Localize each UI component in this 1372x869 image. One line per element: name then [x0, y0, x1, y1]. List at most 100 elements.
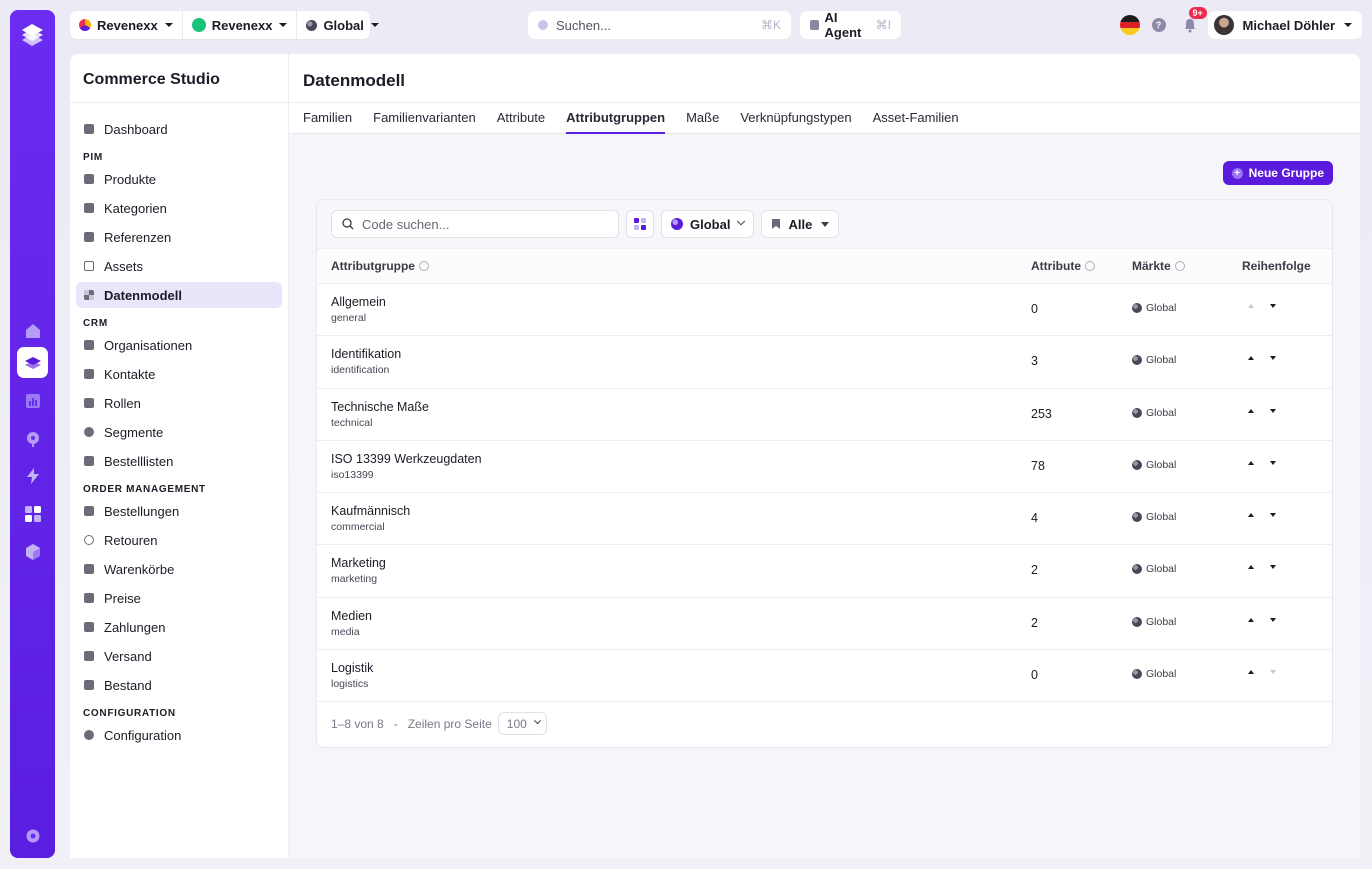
sidebar-item-bestand[interactable]: Bestand: [76, 672, 282, 698]
column-header-markets[interactable]: Märkte: [1132, 259, 1185, 273]
code-search-input[interactable]: Code suchen...: [331, 210, 619, 238]
roles-icon: [84, 398, 94, 408]
move-up-icon[interactable]: [1248, 356, 1254, 361]
table-row[interactable]: Kaufmännisch commercial 4 Global: [317, 493, 1332, 546]
search-icon: [342, 218, 354, 230]
ai-agent-button[interactable]: AI Agent ⌘I: [800, 10, 901, 40]
move-down-icon[interactable]: [1270, 565, 1276, 570]
sidebar-item-kontakte[interactable]: Kontakte: [76, 361, 282, 387]
group-cell: Allgemein general: [331, 295, 386, 324]
move-up-icon[interactable]: [1248, 617, 1254, 622]
sidebar-item-assets[interactable]: Assets: [76, 253, 282, 279]
sidebar-item-zahlungen[interactable]: Zahlungen: [76, 614, 282, 640]
sidebar-item-label: Assets: [104, 258, 144, 274]
market-selector[interactable]: Global: [296, 11, 387, 39]
tab-masse[interactable]: Maße: [686, 110, 719, 134]
move-up-icon[interactable]: [1248, 304, 1254, 308]
globe-icon: [671, 218, 683, 230]
sidebar-item-warenkoerbe[interactable]: Warenkörbe: [76, 556, 282, 582]
tab-familienvarianten[interactable]: Familienvarianten: [373, 110, 476, 134]
notifications-bell-icon[interactable]: 9+: [1182, 7, 1207, 33]
sidebar-item-produkte[interactable]: Produkte: [76, 166, 282, 192]
pin-rail-icon[interactable]: [17, 423, 48, 454]
org-selector[interactable]: Revenexx: [70, 11, 182, 39]
table-row[interactable]: ISO 13399 Werkzeugdaten iso13399 78 Globa…: [317, 441, 1332, 494]
sidebar-item-organisationen[interactable]: Organisationen: [76, 332, 282, 358]
rows-per-page-select[interactable]: 100: [497, 712, 547, 735]
sidebar-item-datenmodell[interactable]: Datenmodell: [76, 282, 282, 308]
move-down-icon[interactable]: [1270, 356, 1276, 361]
sidebar-item-bestellungen[interactable]: Bestellungen: [76, 498, 282, 524]
nav-section-configuration: CONFIGURATION: [83, 708, 176, 719]
sidebar-item-kategorien[interactable]: Kategorien: [76, 195, 282, 221]
tab-asset-familien[interactable]: Asset-Familien: [873, 110, 959, 134]
sidebar-brand: Commerce Studio: [70, 54, 288, 103]
market-label: Global: [1146, 563, 1177, 576]
table-row[interactable]: Medien media 2 Global: [317, 598, 1332, 651]
table-row[interactable]: Allgemein general 0 Global: [317, 284, 1332, 337]
cube-rail-icon[interactable]: [17, 536, 48, 567]
sidebar-item-configuration[interactable]: Configuration: [76, 722, 282, 748]
table-row[interactable]: Technische Maße technical 253 Global: [317, 389, 1332, 441]
analytics-rail-icon[interactable]: [17, 385, 48, 416]
sidebar-item-preise[interactable]: Preise: [76, 585, 282, 611]
shipping-icon: [84, 651, 94, 661]
image-icon: [84, 261, 94, 271]
move-up-icon[interactable]: [1248, 670, 1254, 675]
tab-verknuepfungstypen[interactable]: Verknüpfungstypen: [740, 110, 851, 134]
attribute-count: 0: [1031, 668, 1038, 683]
new-group-button[interactable]: + Neue Gruppe: [1222, 161, 1333, 185]
sidebar-item-dashboard[interactable]: Dashboard: [76, 116, 282, 142]
sidebar-item-segmente[interactable]: Segmente: [76, 419, 282, 445]
move-up-icon[interactable]: [1248, 513, 1254, 518]
move-down-icon[interactable]: [1270, 408, 1276, 413]
global-search[interactable]: Suchen... ⌘K: [528, 11, 791, 39]
sidebar-item-retouren[interactable]: Retouren: [76, 527, 282, 553]
database-icon: [84, 232, 94, 242]
sidebar-item-label: Bestellungen: [104, 503, 180, 519]
move-up-icon[interactable]: [1248, 460, 1254, 465]
home-rail-icon[interactable]: [17, 315, 48, 346]
info-icon: [1174, 261, 1185, 271]
sidebar-item-bestelllisten[interactable]: Bestelllisten: [76, 448, 282, 474]
apps-rail-icon[interactable]: [17, 498, 48, 529]
move-up-icon[interactable]: [1248, 408, 1254, 413]
move-up-icon[interactable]: [1248, 565, 1254, 570]
user-menu[interactable]: Michael Döhler: [1207, 11, 1362, 39]
sidebar-item-rollen[interactable]: Rollen: [76, 390, 282, 416]
market-filter[interactable]: Global: [661, 210, 755, 238]
order-controls: [1248, 565, 1276, 570]
table-row[interactable]: Identifikation identification 3 Global: [317, 336, 1332, 389]
column-header-attributes[interactable]: Attribute: [1031, 259, 1095, 273]
market-cell: Global: [1132, 302, 1176, 314]
move-down-icon[interactable]: [1270, 513, 1276, 518]
sidebar-item-versand[interactable]: Versand: [76, 643, 282, 669]
language-flag-icon[interactable]: [1119, 15, 1140, 35]
tab-familien[interactable]: Familien: [303, 110, 352, 134]
sidebar-item-referenzen[interactable]: Referenzen: [76, 224, 282, 250]
help-icon[interactable]: ?: [1151, 18, 1166, 32]
tab-attribute[interactable]: Attribute: [497, 110, 545, 134]
info-icon: [1085, 261, 1095, 271]
table-header: Attributgruppe Attribute Märkte Reihenfo…: [317, 249, 1332, 284]
table-row[interactable]: Logistik logistics 0 Global: [317, 650, 1332, 703]
move-down-icon[interactable]: [1270, 670, 1276, 675]
move-down-icon[interactable]: [1270, 304, 1276, 308]
table-row[interactable]: Marketing marketing 2 Global: [317, 545, 1332, 598]
cart-icon: [84, 564, 94, 574]
grid-view-button[interactable]: [626, 210, 654, 238]
order-controls: [1248, 670, 1276, 675]
settings-rail-icon[interactable]: [17, 820, 48, 851]
move-down-icon[interactable]: [1270, 460, 1276, 465]
box-icon: [84, 506, 94, 516]
scope-filter[interactable]: Alle: [761, 210, 840, 238]
globe-icon: [306, 19, 318, 31]
store-selector[interactable]: Revenexx: [181, 11, 297, 39]
move-down-icon[interactable]: [1270, 617, 1276, 622]
bolt-rail-icon[interactable]: [17, 460, 48, 491]
layers-rail-icon[interactable]: [17, 347, 48, 378]
market-cell: Global: [1132, 563, 1176, 575]
column-header-name[interactable]: Attributgruppe: [331, 259, 429, 273]
app-logo-icon[interactable]: [19, 20, 46, 47]
tab-attributgruppen[interactable]: Attributgruppen: [566, 110, 666, 134]
